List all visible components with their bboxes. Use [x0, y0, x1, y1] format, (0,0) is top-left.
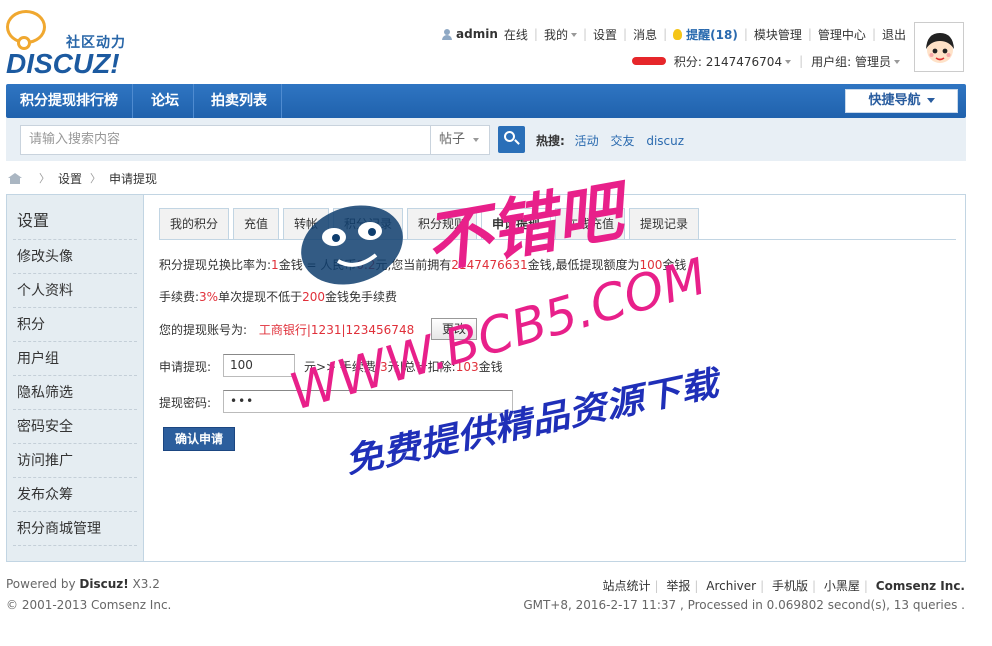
messages-link[interactable]: 消息: [633, 26, 657, 43]
sidebar-item-promotion[interactable]: 访问推广: [17, 451, 73, 471]
sidebar-item-credit-mall[interactable]: 积分商城管理: [17, 519, 101, 539]
main-nav: 积分提现排行榜 论坛 拍卖列表 快捷导航: [6, 84, 966, 118]
submit-withdraw-button[interactable]: 确认申请: [163, 427, 235, 451]
nav-item-credit-ranking[interactable]: 积分提现排行榜: [6, 84, 133, 118]
quick-nav-button[interactable]: 快捷导航: [845, 89, 958, 113]
content-box: 设置 修改头像 个人资料 积分 用户组 隐私筛选 密码安全 访问推广 发布众筹 …: [6, 194, 966, 562]
fee-info: 手续费:3%单次提现不低于200金钱免手续费: [159, 290, 398, 304]
footer-copyright: © 2001-2013 Comsenz Inc.: [6, 598, 172, 612]
logout-link[interactable]: 退出: [882, 26, 906, 43]
amount-hint: 元>> 手续费:3元|总计扣除:103金钱: [304, 360, 503, 374]
nav-item-auction[interactable]: 拍卖列表: [197, 84, 282, 118]
sidebar-item-avatar[interactable]: 修改头像: [17, 247, 73, 267]
sidebar-item-profile[interactable]: 个人资料: [17, 281, 73, 301]
footer-link-stats[interactable]: 站点统计: [602, 579, 650, 593]
rate-info: 积分提现兑换比率为:1金钱 = 人民币0.2元,您当前拥有2147476631金…: [159, 258, 687, 272]
usergroup-text: 用户组: 管理员: [811, 54, 891, 69]
account-info: 您的提现账号为: 工商银行|1231|123456748: [159, 321, 414, 338]
hot-search: 热搜: 活动 交友 discuz: [536, 132, 692, 149]
footer-link-archiver[interactable]: Archiver: [706, 579, 756, 593]
online-status[interactable]: 在线: [504, 26, 528, 43]
module-manage-link[interactable]: 模块管理: [754, 26, 802, 43]
usergroup-link[interactable]: 用户组: 管理员: [811, 53, 900, 70]
tab-credit-rules[interactable]: 积分规则: [407, 208, 477, 240]
account-value: 工商银行|1231|123456748: [258, 323, 415, 337]
sidebar-item-credits[interactable]: 积分: [17, 315, 45, 335]
search-button[interactable]: [498, 126, 525, 153]
my-menu[interactable]: 我的: [544, 26, 577, 43]
user-icon: [442, 28, 453, 40]
nav-item-forum[interactable]: 论坛: [137, 84, 194, 118]
footer-company-link[interactable]: Comsenz Inc.: [876, 579, 965, 593]
account-label: 您的提现账号为:: [159, 323, 248, 337]
footer-link-report[interactable]: 举报: [666, 579, 690, 593]
tab-my-credits[interactable]: 我的积分: [159, 208, 229, 240]
breadcrumb: 〉 设置 〉 申请提现: [8, 170, 157, 186]
sidebar-item-password[interactable]: 密码安全: [17, 417, 73, 437]
site-logo[interactable]: 社区动力 DISCUZ!: [6, 10, 146, 79]
hot-link[interactable]: 活动: [575, 134, 599, 148]
footer-link-mobile[interactable]: 手机版: [772, 579, 808, 593]
hot-search-label: 热搜:: [536, 134, 565, 148]
tab-online-recharge[interactable]: 在线充值: [555, 208, 625, 240]
chevron-down-icon: [473, 137, 480, 142]
redacted-mark: [631, 57, 666, 65]
settings-link[interactable]: 设置: [593, 26, 617, 43]
discuz-link[interactable]: Discuz!: [79, 577, 128, 591]
credits-link[interactable]: 积分: 2147476704: [673, 53, 792, 70]
chevron-down-icon: [785, 60, 792, 64]
tab-withdraw[interactable]: 申请提现: [481, 208, 551, 240]
user-menu: admin 在线 | 我的 | 设置 | 消息 | 提醒(18) | 模块管理 …: [442, 26, 906, 42]
change-account-button[interactable]: 更改: [431, 318, 477, 340]
sidebar-item-usergroup[interactable]: 用户组: [17, 349, 59, 369]
footer-link-blacklist[interactable]: 小黑屋: [824, 579, 860, 593]
footer-stats: GMT+8, 2016-2-17 11:37 , Processed in 0.…: [523, 598, 965, 612]
footer-links: 站点统计 | 举报 | Archiver | 手机版 | 小黑屋 | Comsenz In…: [602, 579, 965, 593]
logo-text: DISCUZ!: [6, 48, 120, 79]
amount-input[interactable]: 100: [223, 354, 295, 377]
quick-nav-label: 快捷导航: [868, 93, 921, 108]
search-type-value: 帖子: [439, 132, 466, 147]
amount-label: 申请提现:: [159, 360, 212, 374]
search-bar: 请输入搜索内容 帖子 热搜: 活动 交友 discuz: [6, 118, 966, 161]
avatar[interactable]: [914, 22, 964, 72]
hot-link[interactable]: discuz: [646, 134, 684, 148]
username-link[interactable]: admin: [456, 27, 498, 41]
search-type-select[interactable]: 帖子: [430, 125, 490, 155]
admin-center-link[interactable]: 管理中心: [818, 26, 866, 43]
sidebar-item-privacy[interactable]: 隐私筛选: [17, 383, 73, 403]
credits-text: 积分: 2147476704: [673, 54, 783, 69]
hot-link[interactable]: 交友: [610, 134, 634, 148]
footer-powered: Powered by Discuz! X3.2: [6, 577, 160, 591]
tab-recharge[interactable]: 充值: [233, 208, 279, 240]
settings-sidebar: 设置 修改头像 个人资料 积分 用户组 隐私筛选 密码安全 访问推广 发布众筹 …: [7, 195, 144, 561]
home-icon[interactable]: [8, 172, 22, 184]
remind-link[interactable]: 提醒(18): [686, 26, 738, 43]
tab-transfer[interactable]: 转帐: [283, 208, 329, 240]
chevron-down-icon: [926, 98, 935, 103]
lightbulb-icon: [673, 28, 683, 40]
chevron-down-icon: [570, 33, 577, 37]
withdraw-password-input[interactable]: •••: [223, 390, 513, 413]
chevron-down-icon: [894, 60, 900, 64]
breadcrumb-current: 申请提现: [109, 171, 158, 186]
user-info: 积分: 2147476704 | 用户组: 管理员: [631, 53, 900, 70]
sidebar-title: 设置: [17, 211, 50, 230]
sidebar-item-crowdfunding[interactable]: 发布众筹: [17, 485, 73, 505]
avatar-face-icon: [926, 33, 954, 63]
my-menu-label: 我的: [543, 27, 568, 42]
logo-bubble-icon: [6, 10, 46, 50]
tab-withdraw-log[interactable]: 提现记录: [629, 208, 699, 240]
search-input[interactable]: 请输入搜索内容: [20, 125, 430, 155]
breadcrumb-settings[interactable]: 设置: [58, 170, 82, 187]
tab-credit-log[interactable]: 积分记录: [333, 208, 403, 240]
password-label: 提现密码:: [159, 396, 212, 410]
header: 社区动力 DISCUZ! admin 在线 | 我的 | 设置 | 消息 | 提…: [0, 0, 992, 84]
